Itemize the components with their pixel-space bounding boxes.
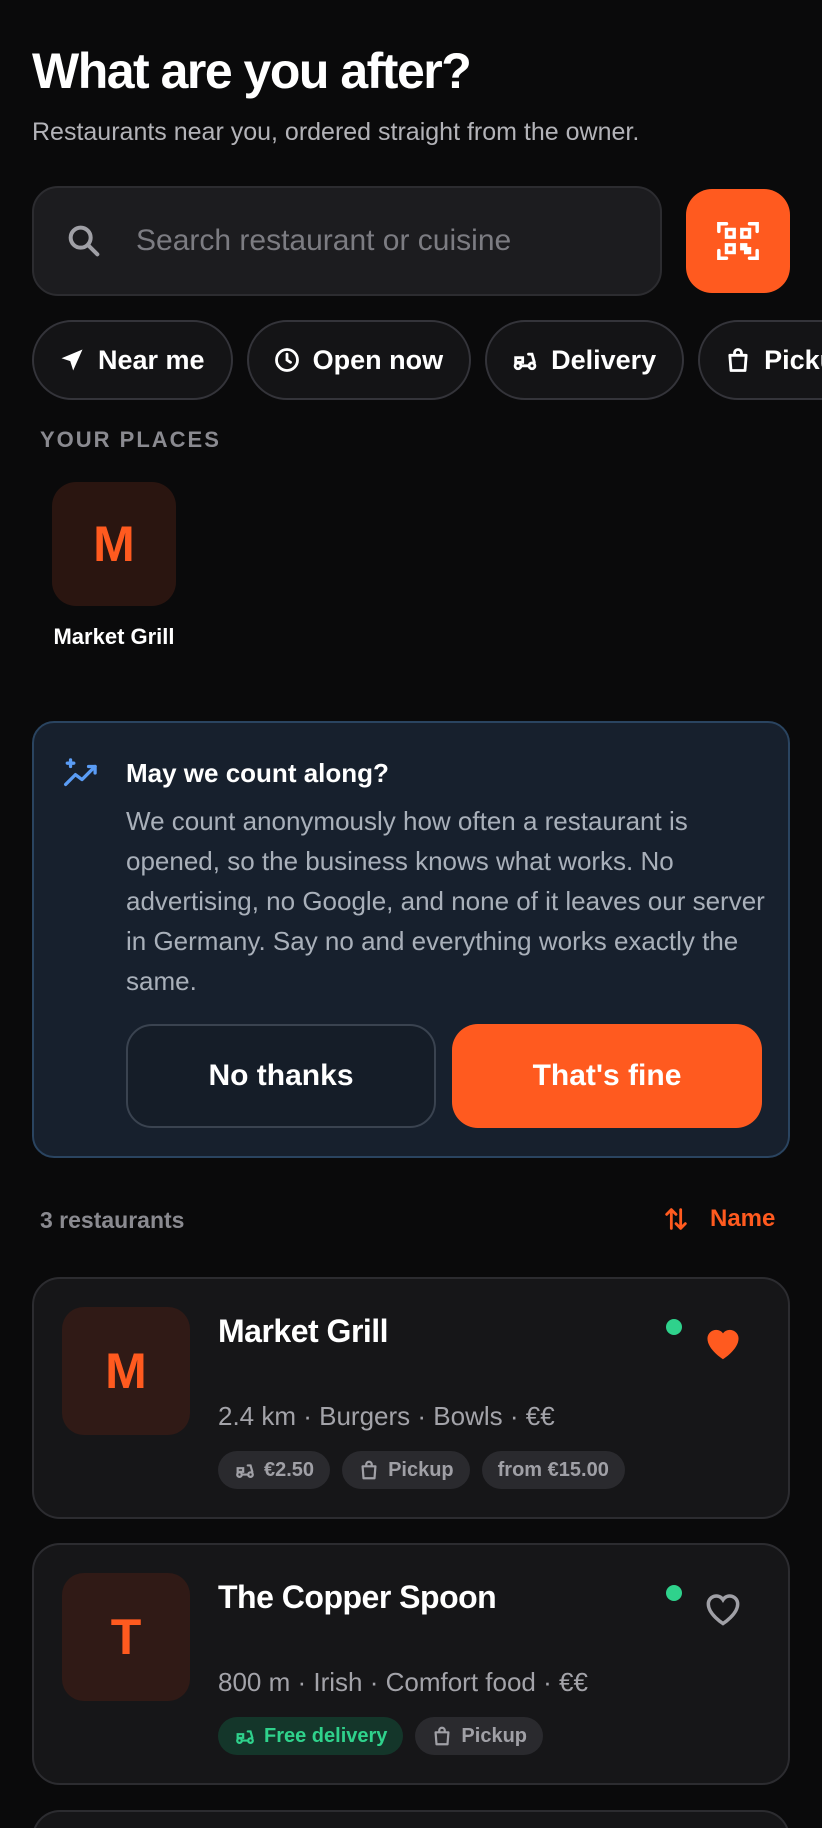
search-icon	[68, 225, 100, 257]
accept-button[interactable]: That's fine	[452, 1024, 762, 1128]
restaurant-card[interactable]	[32, 1810, 790, 1828]
restaurant-logo: T	[62, 1573, 190, 1701]
restaurant-tags: Free delivery Pickup	[218, 1717, 555, 1755]
filter-open-now[interactable]: Open now	[246, 320, 472, 400]
filter-label: Pickup	[764, 344, 822, 375]
search-input[interactable]: Search restaurant or cuisine	[32, 186, 662, 296]
delivery-fee-tag: €2.50	[218, 1451, 331, 1489]
filter-chips: Near me Open now Delivery Pickup	[32, 320, 822, 400]
filter-pickup[interactable]: Pickup	[698, 320, 822, 400]
open-status-dot	[666, 1319, 682, 1335]
tag-label: €2.50	[264, 1458, 315, 1481]
analytics-consent-card: May we count along? We count anonymously…	[32, 721, 790, 1158]
free-delivery-tag: Free delivery	[218, 1717, 404, 1755]
qr-code-icon	[717, 222, 759, 260]
restaurant-meta: 2.4 km · Burgers · Bowls · €€	[218, 1401, 555, 1431]
restaurant-name: Market Grill	[218, 1313, 389, 1349]
sort-arrows-icon	[665, 1208, 687, 1230]
open-status-dot	[666, 1585, 682, 1601]
restaurant-meta: 800 m · Irish · Comfort food · €€	[218, 1667, 588, 1697]
restaurant-tags: €2.50 Pickup from €15.00	[218, 1451, 637, 1489]
shopping-bag-icon	[728, 348, 748, 372]
tag-label: from €15.00	[497, 1458, 609, 1481]
heart-outline-icon[interactable]	[702, 1589, 744, 1627]
sort-button[interactable]: Name	[662, 1204, 775, 1234]
tag-label: Pickup	[388, 1458, 454, 1481]
min-order-tag: from €15.00	[481, 1451, 625, 1489]
restaurant-name: The Copper Spoon	[218, 1579, 497, 1615]
filter-label: Near me	[98, 344, 205, 375]
decline-button[interactable]: No thanks	[126, 1024, 436, 1128]
clock-icon	[274, 348, 299, 372]
your-place-item[interactable]: M Market Grill	[52, 482, 176, 649]
search-placeholder: Search restaurant or cuisine	[136, 224, 512, 257]
sparkle-chart-icon	[63, 758, 97, 787]
tag-label: Pickup	[461, 1724, 527, 1747]
scooter-icon	[236, 1730, 254, 1744]
filter-near-me[interactable]: Near me	[32, 320, 233, 400]
sort-label: Name	[710, 1205, 776, 1232]
heart-filled-icon[interactable]	[702, 1323, 744, 1361]
consent-title: May we count along?	[126, 758, 389, 788]
restaurant-count: 3 restaurants	[40, 1207, 185, 1233]
place-avatar: M	[52, 482, 176, 606]
filter-label: Delivery	[551, 344, 657, 375]
scooter-icon	[513, 352, 537, 371]
restaurant-card[interactable]: T The Copper Spoon 800 m · Irish · Comfo…	[32, 1543, 790, 1785]
your-places-label: YOUR PLACES	[40, 427, 221, 452]
consent-body: We count anonymously how often a restaur…	[126, 806, 765, 996]
restaurant-logo: M	[62, 1307, 190, 1435]
scooter-icon	[236, 1464, 254, 1478]
qr-scan-button[interactable]	[686, 189, 790, 293]
tag-label: Free delivery	[264, 1724, 388, 1747]
page-title: What are you after?	[32, 43, 472, 99]
pickup-tag: Pickup	[415, 1717, 543, 1755]
page-subtitle: Restaurants near you, ordered straight f…	[32, 118, 640, 146]
pickup-tag: Pickup	[342, 1451, 470, 1489]
restaurant-card[interactable]: M Market Grill 2.4 km · Burgers · Bowls …	[32, 1277, 790, 1519]
place-name: Market Grill	[53, 624, 175, 649]
shopping-bag-icon	[361, 1460, 377, 1480]
filter-delivery[interactable]: Delivery	[485, 320, 685, 400]
shopping-bag-icon	[434, 1726, 450, 1746]
filter-label: Open now	[312, 344, 444, 375]
navigation-arrow-icon	[61, 349, 83, 371]
